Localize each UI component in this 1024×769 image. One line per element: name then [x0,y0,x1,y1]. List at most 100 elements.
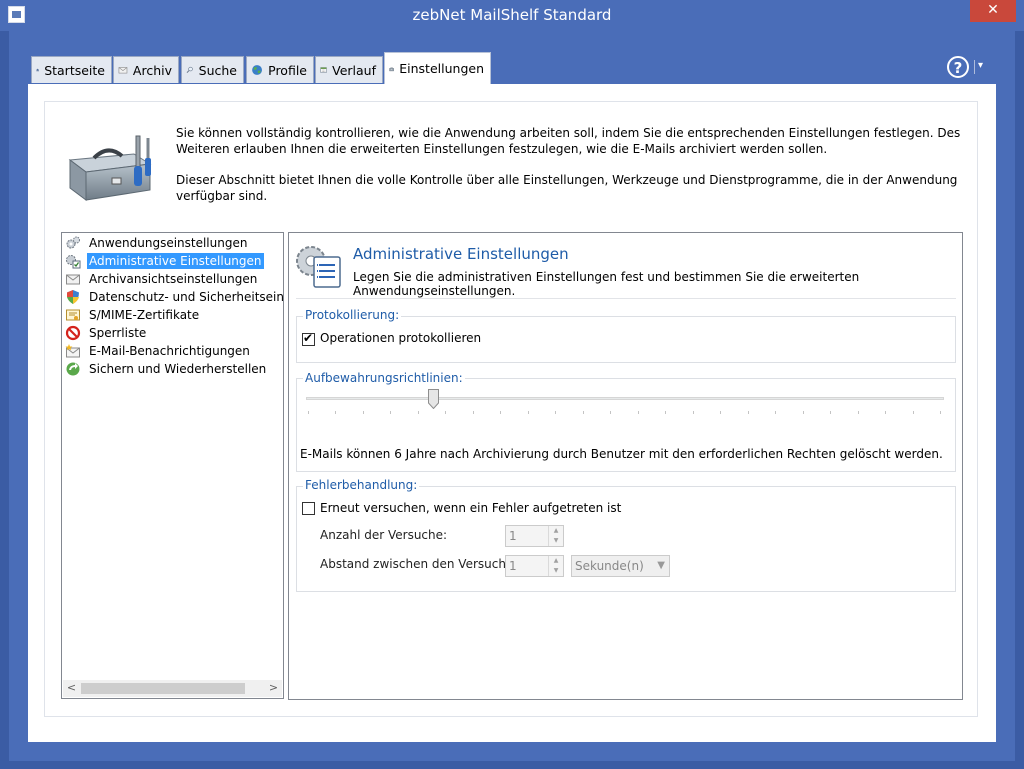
header-description: Sie können vollständig kontrollieren, wi… [176,126,966,220]
retention-slider-track[interactable] [306,397,944,400]
toolbox-illustration-icon [68,135,152,201]
slider-tick [390,411,391,414]
nav-item-label: Anwendungseinstellungen [89,236,248,250]
stepper-down-icon[interactable]: ▼ [548,566,563,576]
chevron-down-icon: ▼ [657,560,665,571]
tab-label: Profile [268,62,307,78]
slider-tick [830,411,831,414]
tab-label: Einstellungen [399,61,484,76]
interval-stepper[interactable]: 1 ▲ ▼ [505,555,564,577]
window-title: zebNet MailShelf Standard [412,6,612,24]
slider-tick [308,411,309,414]
slider-tick [940,411,941,414]
nav-item-label: S/MIME-Zertifikate [89,308,200,322]
slider-tick [693,411,694,414]
slider-tick [445,411,446,414]
interval-label: Abstand zwischen den Versuchen: [320,557,525,571]
tab-startseite[interactable]: Startseite [31,56,112,83]
slider-tick [858,411,859,414]
attempts-value: 1 [509,529,517,543]
stepper-up-icon[interactable]: ▲ [548,526,563,536]
tab-suche[interactable]: Suche [181,56,244,83]
nav-item-label: Sperrliste [89,326,147,340]
gears-icon [66,236,80,249]
admin-gear-icon [66,255,81,269]
retention-group-label: Aufbewahrungsrichtlinien: [303,371,465,385]
slider-tick [555,411,556,414]
home-icon [36,68,39,72]
envelope-icon [118,67,128,74]
interval-value: 1 [509,559,517,573]
slider-tick [913,411,914,414]
settings-nav-list: Anwendungseinstellungen Administrative E… [61,232,284,699]
help-separator [974,60,975,74]
interval-unit-value: Sekunde(n) [575,559,644,573]
help-button[interactable]: ? [947,56,969,78]
slider-tick [528,411,529,414]
slider-tick [335,411,336,414]
nav-item-smime-zertifikate[interactable]: S/MIME-Zertifikate [65,306,201,324]
tab-archiv[interactable]: Archiv [113,56,179,83]
nav-item-sperrliste[interactable]: Sperrliste [65,324,148,342]
calendar-icon [320,67,327,73]
nav-item-sichern-wiederherstellen[interactable]: Sichern und Wiederherstellen [65,360,268,378]
scroll-left-icon[interactable]: < [63,680,80,697]
nav-item-administrative-einstellungen[interactable]: Administrative Einstellungen [65,252,264,270]
slider-tick [885,411,886,414]
nav-item-archivansichtseinstellungen[interactable]: Archivansichtseinstellungen [65,270,259,288]
tab-label: Archiv [132,62,172,78]
section-divider [296,298,956,299]
tab-label: Verlauf [332,62,376,78]
attempts-label: Anzahl der Versuche: [320,528,448,542]
retention-slider-thumb[interactable] [428,389,439,409]
section-title: Administrative Einstellungen [353,245,569,263]
certificate-icon [66,309,80,321]
mail-notification-icon [65,344,80,358]
title-bar: zebNet MailShelf Standard ✕ [0,0,1024,31]
nav-item-label: E-Mail-Benachrichtigungen [89,344,250,358]
nav-item-label: Administrative Einstellungen [87,253,264,269]
stepper-down-icon[interactable]: ▼ [548,536,563,546]
magnifier-icon [186,66,193,73]
help-dropdown-icon[interactable]: ▾ [978,60,983,71]
header-text-2: Dieser Abschnitt bietet Ihnen die volle … [176,173,958,203]
toolbox-icon [389,66,394,71]
nav-item-label: Datenschutz- und Sicherheitseinstellu [89,290,284,304]
log-operations-checkbox[interactable] [302,331,315,346]
tab-label: Suche [198,62,237,78]
close-button[interactable]: ✕ [970,0,1016,22]
shield-icon [67,290,79,304]
globe-icon [252,65,262,75]
nav-item-anwendungseinstellungen[interactable]: Anwendungseinstellungen [65,234,249,252]
nav-horizontal-scrollbar[interactable]: < > [63,680,282,697]
slider-tick [665,411,666,414]
logging-group-label: Protokollierung: [303,308,402,322]
nav-item-datenschutz[interactable]: Datenschutz- und Sicherheitseinstellu [65,288,284,306]
log-operations-label: Operationen protokollieren [320,331,482,345]
section-description: Legen Sie die administrativen Einstellun… [353,270,860,298]
slider-tick [803,411,804,414]
admin-settings-icon [296,246,341,288]
tab-einstellungen[interactable]: Einstellungen [384,52,491,84]
tab-profile[interactable]: Profile [246,56,314,83]
backup-icon [66,362,80,376]
scrollbar-thumb[interactable] [81,683,245,694]
slider-tick [775,411,776,414]
interval-unit-select[interactable]: Sekunde(n) ▼ [571,555,670,577]
attempts-stepper[interactable]: 1 ▲ ▼ [505,525,564,547]
header-text-1: Sie können vollständig kontrollieren, wi… [176,126,961,156]
retention-info-text: E-Mails können 6 Jahre nach Archivierung… [300,447,943,461]
envelope-icon [66,274,80,285]
slider-tick [363,411,364,414]
error-handling-group-label: Fehlerbehandlung: [303,478,420,492]
scroll-right-icon[interactable]: > [265,680,282,697]
slider-tick [500,411,501,414]
slider-tick [748,411,749,414]
stepper-up-icon[interactable]: ▲ [548,556,563,566]
tab-verlauf[interactable]: Verlauf [315,56,383,83]
slider-tick [720,411,721,414]
nav-item-label: Archivansichtseinstellungen [89,272,258,286]
block-icon [65,325,81,341]
nav-item-email-benachrichtigungen[interactable]: E-Mail-Benachrichtigungen [65,342,252,360]
retry-checkbox[interactable] [302,502,315,515]
